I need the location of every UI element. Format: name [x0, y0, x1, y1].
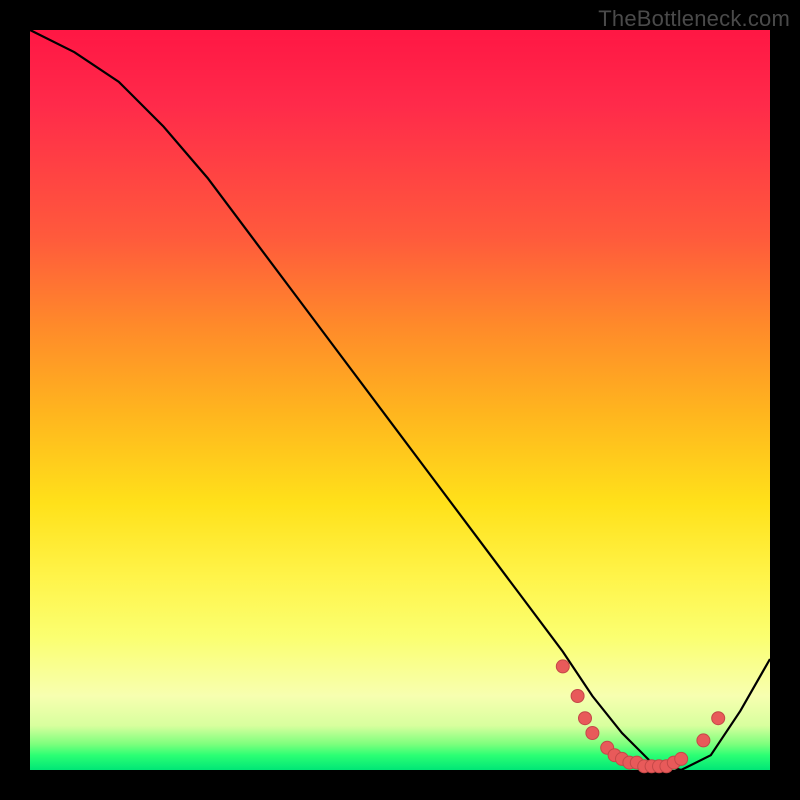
plot-area	[30, 30, 770, 770]
marker-dot	[571, 690, 584, 703]
curve-markers	[556, 660, 724, 773]
marker-dot	[697, 734, 710, 747]
chart-frame: TheBottleneck.com	[0, 0, 800, 800]
marker-dot	[712, 712, 725, 725]
marker-dot	[675, 752, 688, 765]
marker-dot	[556, 660, 569, 673]
curve-svg	[30, 30, 770, 770]
marker-dot	[579, 712, 592, 725]
bottleneck-curve	[30, 30, 770, 770]
marker-dot	[586, 727, 599, 740]
watermark-text: TheBottleneck.com	[598, 6, 790, 32]
